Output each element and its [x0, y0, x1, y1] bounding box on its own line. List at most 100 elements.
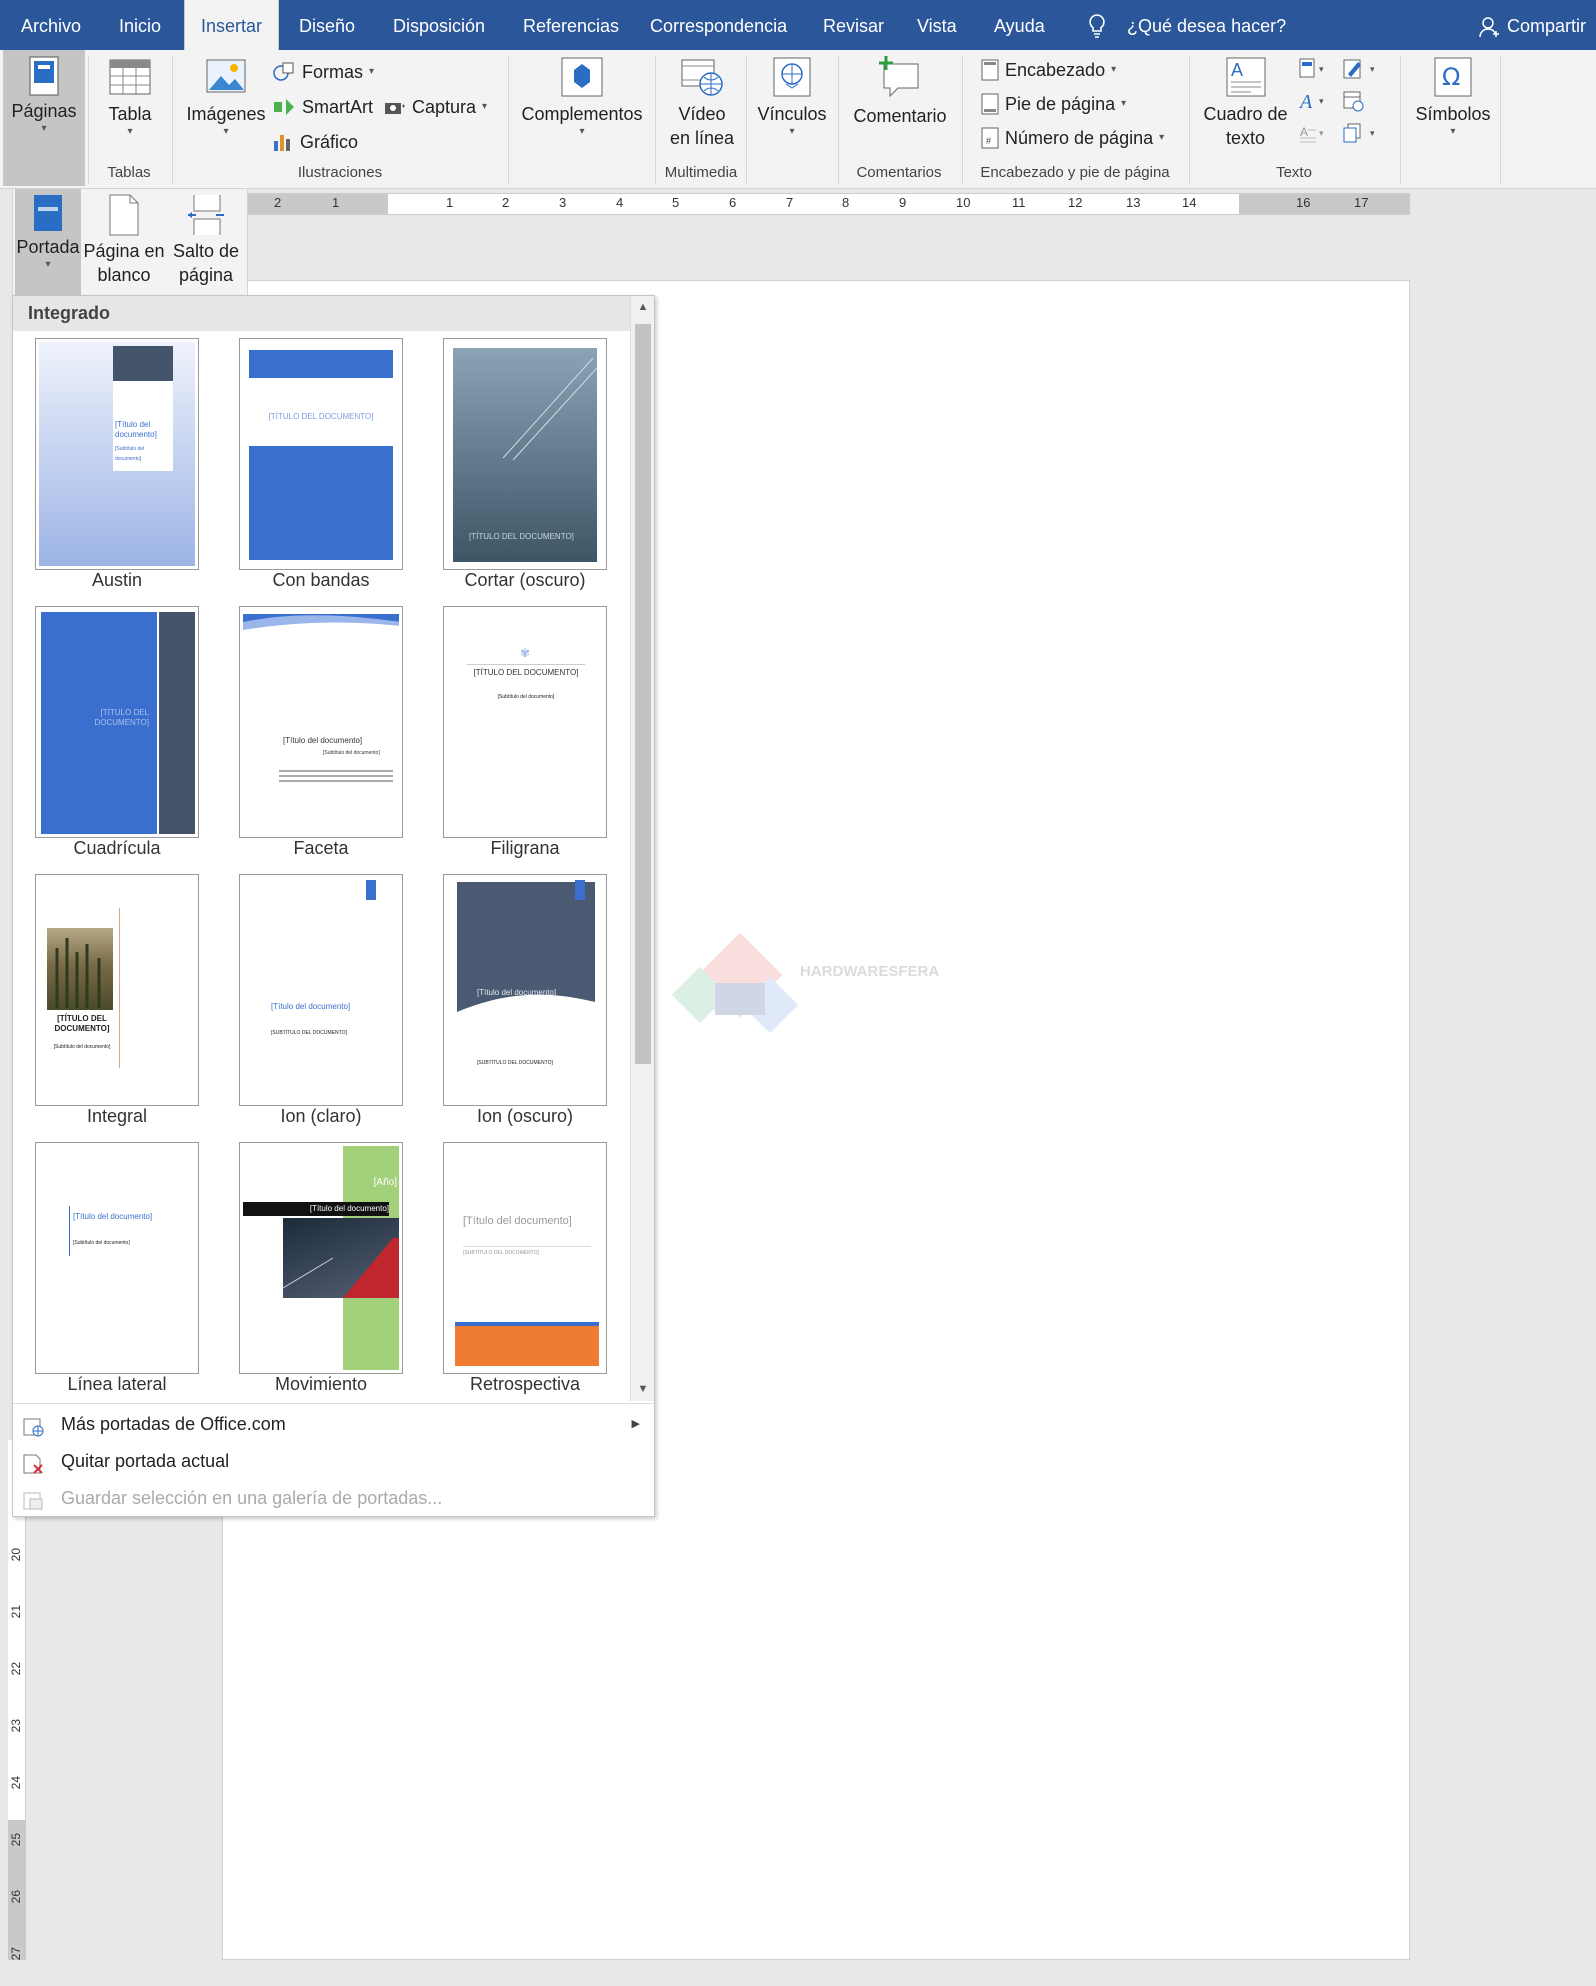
label-con-bandas: Con bandas: [272, 570, 370, 590]
grafico-button[interactable]: Gráfico: [272, 127, 358, 157]
cover-cortar-oscuro[interactable]: [TÍTULO DEL DOCUMENTO]: [443, 338, 607, 570]
comentario-button[interactable]: Comentario: [848, 54, 952, 128]
tablas-group-label: Tablas: [107, 164, 151, 181]
cover-retrospectiva[interactable]: [Título del documento] [SUBTÍTULO DEL DO…: [443, 1142, 607, 1374]
paginas-button[interactable]: Páginas ▾: [3, 50, 85, 186]
tab-revisar[interactable]: Revisar: [809, 0, 898, 50]
scrollbar-thumb[interactable]: [635, 324, 651, 1064]
omega-icon: Ω: [1434, 57, 1472, 97]
guardar-seleccion-menu-item[interactable]: Guardar selección en una galería de port…: [13, 1480, 654, 1517]
ruler-tick-label: 5: [672, 195, 680, 210]
salto-label-1: Salto de: [172, 241, 240, 261]
svg-text:▾: ▾: [1319, 128, 1324, 138]
mas-portadas-menu-item[interactable]: Más portadas de Office.com ▶: [13, 1406, 654, 1443]
pages-icon: [29, 56, 59, 96]
cuadro-texto-button[interactable]: A Cuadro de texto: [1198, 54, 1293, 150]
date-time-icon[interactable]: [1342, 90, 1372, 117]
imagenes-button[interactable]: Imágenes ▾: [184, 54, 268, 138]
footer-icon: [981, 93, 999, 115]
pie-pagina-label: Pie de página: [1005, 94, 1116, 114]
cover-faceta[interactable]: [Título del documento] [Subtítulo del do…: [239, 606, 403, 838]
simbolos-button[interactable]: Ω Símbolos ▾: [1410, 54, 1496, 138]
tab-disposicion[interactable]: Disposición: [379, 0, 499, 50]
cortar-title: [TÍTULO DEL DOCUMENTO]: [469, 532, 574, 541]
label-integral: Integral: [86, 1106, 148, 1126]
tab-inicio[interactable]: Inicio: [105, 0, 175, 50]
page-break-icon: [188, 195, 224, 235]
watermark-text: HARDWARESFERA: [800, 963, 939, 980]
quick-parts-icon[interactable]: ▾: [1298, 58, 1328, 85]
store-icon: [561, 57, 603, 97]
ruler-tick-label: 10: [956, 195, 971, 210]
formas-button[interactable]: Formas ▾: [272, 57, 374, 87]
svg-text:A: A: [1300, 125, 1308, 139]
label-ion-oscuro: Ion (oscuro): [476, 1106, 574, 1126]
tab-diseno[interactable]: Diseño: [285, 0, 369, 50]
smartart-button[interactable]: SmartArt: [272, 92, 373, 122]
cover-page-gallery: Integrado ▲ ▼ [Título del documento] [Su…: [12, 295, 655, 1517]
cover-cuadricula[interactable]: [TÍTULO DEL DOCUMENTO]: [35, 606, 199, 838]
page-number-icon: #: [981, 127, 999, 149]
portada-button[interactable]: Portada ▾: [15, 189, 81, 295]
encabezado-label: Encabezado: [1005, 60, 1106, 80]
video-icon: [681, 59, 723, 96]
cover-filigrana[interactable]: ✾ [TÍTULO DEL DOCUMENTO] [Subtítulo del …: [443, 606, 607, 838]
cover-movimiento[interactable]: [Año] [Título del documento]: [239, 1142, 403, 1374]
tell-me-search[interactable]: ¿Qué desea hacer?: [1113, 0, 1300, 50]
complementos-button[interactable]: Complementos ▾: [515, 54, 649, 138]
encabezado-button[interactable]: Encabezado ▾: [981, 55, 1116, 85]
salto-pagina-button[interactable]: Salto de página: [165, 193, 247, 287]
svg-text:A: A: [1231, 60, 1243, 80]
label-retrospectiva: Retrospectiva: [469, 1374, 581, 1394]
encabezado-group-label: Encabezado y pie de página: [980, 164, 1170, 181]
tab-insertar[interactable]: Insertar: [184, 0, 280, 51]
object-icon[interactable]: ▾: [1342, 122, 1380, 149]
video-button[interactable]: Vídeo en línea: [664, 54, 740, 150]
image-icon: [206, 59, 246, 93]
cover-ion-oscuro[interactable]: [Título del documento] [SUBTÍTULO DEL DO…: [443, 874, 607, 1106]
save-selection-icon: [22, 1488, 46, 1525]
faceta-title: [Título del documento]: [283, 736, 363, 745]
label-filigrana: Filigrana: [490, 838, 560, 858]
label-linea-lateral: Línea lateral: [67, 1374, 167, 1394]
gallery-heading: Integrado: [13, 296, 630, 331]
pie-pagina-button[interactable]: Pie de página ▾: [981, 89, 1126, 119]
linea-lateral-subtitle: [Subtítulo del documento]: [73, 1240, 130, 1246]
tab-referencias[interactable]: Referencias: [509, 0, 633, 50]
gallery-scrollbar[interactable]: ▲ ▼: [630, 296, 654, 1401]
vruler-tick-label: 26: [9, 1890, 23, 1904]
ribbon: Páginas ▾ Tabla ▾ Tablas Imágenes ▾ Form…: [0, 50, 1596, 189]
submenu-arrow-icon: ▶: [631, 1418, 640, 1430]
numero-pagina-button[interactable]: # Número de página ▾: [981, 123, 1164, 153]
signature-line-icon[interactable]: ▾: [1342, 58, 1380, 85]
cover-austin[interactable]: [Título del documento] [Subtítulo del do…: [35, 338, 199, 570]
ion-claro-title: [Título del documento]: [271, 1002, 351, 1011]
vinculos-button[interactable]: Vínculos ▾: [754, 54, 830, 138]
wordart-icon[interactable]: A ▾: [1298, 90, 1328, 117]
movimiento-year: [Año]: [373, 1177, 397, 1188]
cover-linea-lateral[interactable]: [Título del documento] [Subtítulo del do…: [35, 1142, 199, 1374]
cover-ion-claro[interactable]: [Título del documento] [SUBTÍTULO DEL DO…: [239, 874, 403, 1106]
quitar-portada-menu-item[interactable]: Quitar portada actual: [13, 1443, 654, 1480]
drop-cap-icon[interactable]: A ▾: [1298, 122, 1328, 149]
tab-correspondencia[interactable]: Correspondencia: [636, 0, 801, 50]
link-icon: [773, 57, 811, 97]
ruler-tick-label: 6: [729, 195, 737, 210]
video-label-1: Vídeo: [678, 104, 726, 124]
cover-con-bandas[interactable]: [TÍTULO DEL DOCUMENTO]: [239, 338, 403, 570]
tab-archivo[interactable]: Archivo: [7, 0, 95, 50]
scroll-down-arrow[interactable]: ▼: [631, 1378, 655, 1400]
tab-vista[interactable]: Vista: [903, 0, 971, 50]
cover-integral[interactable]: [TÍTULO DEL DOCUMENTO] [Subtítulo del do…: [35, 874, 199, 1106]
share-button[interactable]: Compartir: [1495, 0, 1596, 50]
label-cortar-oscuro: Cortar (oscuro): [464, 570, 586, 590]
captura-button[interactable]: Captura ▾: [384, 92, 487, 122]
pagina-blanco-button[interactable]: Página en blanco: [83, 193, 165, 287]
label-ion-claro: Ion (claro): [280, 1106, 362, 1126]
lightbulb-icon: [1086, 13, 1108, 44]
tabla-button[interactable]: Tabla ▾: [100, 54, 160, 138]
horizontal-ruler[interactable]: 2 1 1 2 3 4 5 6 7 8 9 10 11 12 13 14 16 17: [246, 193, 1410, 215]
tab-ayuda[interactable]: Ayuda: [980, 0, 1059, 50]
scroll-up-arrow[interactable]: ▲: [631, 296, 655, 318]
ruler-tick-label: 11: [1012, 195, 1026, 210]
